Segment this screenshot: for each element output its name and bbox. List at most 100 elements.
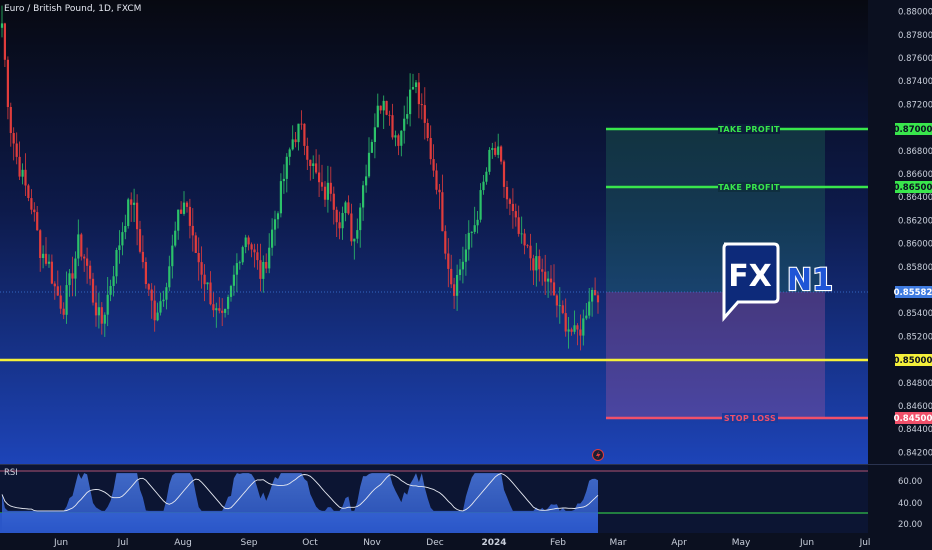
candle-body (400, 130, 403, 146)
candle-body (458, 269, 462, 275)
candle-body (159, 301, 162, 313)
candle-body (370, 142, 373, 153)
candle-body (97, 307, 100, 316)
candle-body (44, 253, 48, 264)
candle-body (80, 234, 83, 257)
candle-body (526, 245, 529, 247)
logo-fx: FX (728, 259, 772, 294)
candle-body (505, 187, 509, 200)
candle-body (303, 123, 306, 146)
candle-body (558, 305, 561, 307)
candle-body (171, 245, 174, 267)
candle-body (467, 232, 470, 250)
candle-body (150, 289, 153, 301)
candle-body (232, 274, 235, 286)
candle-body (138, 229, 142, 252)
candle-body (356, 230, 359, 239)
candle-body (517, 217, 520, 234)
logo-n1: N1 (787, 263, 833, 298)
candle-body (185, 202, 189, 207)
rsi-tick-20: 20.00 (898, 520, 922, 530)
candle-body (50, 261, 53, 284)
candle-body (53, 283, 56, 287)
candle-body (441, 192, 444, 232)
time-tick-4: Oct (302, 538, 318, 548)
candle-body (24, 169, 27, 186)
candle-body (94, 302, 98, 316)
rsi-label: RSI (4, 468, 18, 478)
candle-body (420, 104, 423, 106)
candle-body (429, 138, 432, 160)
time-tick-2: Aug (174, 538, 192, 548)
time-tick-1: Jul (117, 538, 129, 548)
candle-body (596, 295, 600, 303)
time-tick-7: 2024 (481, 538, 506, 548)
candle-body (391, 115, 394, 138)
candle-body (532, 258, 535, 271)
price-tick-8: 0.86200 (898, 216, 932, 226)
rsi-tick-60: 60.00 (898, 477, 922, 487)
candle-body (585, 315, 588, 319)
candle-body (3, 23, 6, 60)
candle-body (147, 284, 150, 290)
price-tick-6: 0.86600 (898, 170, 932, 180)
candle-body (485, 171, 488, 182)
candle-body (241, 247, 244, 263)
candle-body (491, 148, 494, 150)
candle-body (450, 268, 453, 285)
candle-body (297, 123, 300, 143)
candle-body (549, 278, 553, 283)
candle-body (279, 181, 282, 214)
candle-body (65, 285, 68, 315)
candle-body (359, 207, 362, 231)
candle-body (15, 143, 18, 157)
candle-body (118, 245, 121, 250)
candle-body (127, 199, 130, 226)
candle-body (18, 156, 21, 177)
price-tick-14: 0.84600 (898, 402, 932, 412)
candle-body (191, 225, 194, 236)
tag-current: 0.85582 (894, 288, 932, 298)
time-tick-11: May (732, 538, 751, 548)
candle-body (300, 123, 303, 125)
candle-body (329, 182, 332, 194)
candle-body (194, 235, 197, 253)
candle-body (218, 308, 221, 311)
tag-sl: 0.84500 (894, 414, 932, 424)
candle-body (461, 261, 464, 270)
candle-body (250, 244, 253, 250)
candle-body (47, 261, 51, 264)
candle-body (379, 105, 382, 111)
candle-body (291, 139, 294, 150)
candle-body (276, 213, 280, 220)
candle-body (121, 232, 124, 246)
candle-body (315, 163, 318, 173)
candle-body (33, 209, 36, 213)
candle-body (476, 219, 479, 226)
candle-body (282, 178, 285, 182)
price-tick-2: 0.87600 (898, 54, 932, 64)
tag-tp1: 0.87000 (894, 125, 932, 135)
time-tick-3: Sep (241, 538, 258, 548)
candle-body (312, 163, 315, 166)
candle-body (508, 199, 511, 204)
candle-body (403, 118, 406, 131)
candle-body (112, 276, 115, 286)
candle-body (350, 213, 353, 242)
price-tick-9: 0.86000 (898, 240, 932, 250)
candle-body (165, 287, 168, 300)
candle-body (9, 107, 12, 133)
candle-body (473, 225, 476, 232)
candle-body (502, 161, 506, 187)
candle-body (335, 209, 338, 223)
candle-body (130, 199, 133, 205)
candle-body (353, 238, 356, 242)
candle-body (6, 59, 9, 107)
candle-body (411, 87, 415, 90)
candle-body (177, 209, 180, 231)
candle-body (174, 230, 177, 246)
price-tick-12: 0.85200 (898, 332, 932, 342)
price-tick-7: 0.86400 (898, 193, 932, 203)
candle-body (197, 253, 200, 263)
candle-body (529, 245, 532, 259)
